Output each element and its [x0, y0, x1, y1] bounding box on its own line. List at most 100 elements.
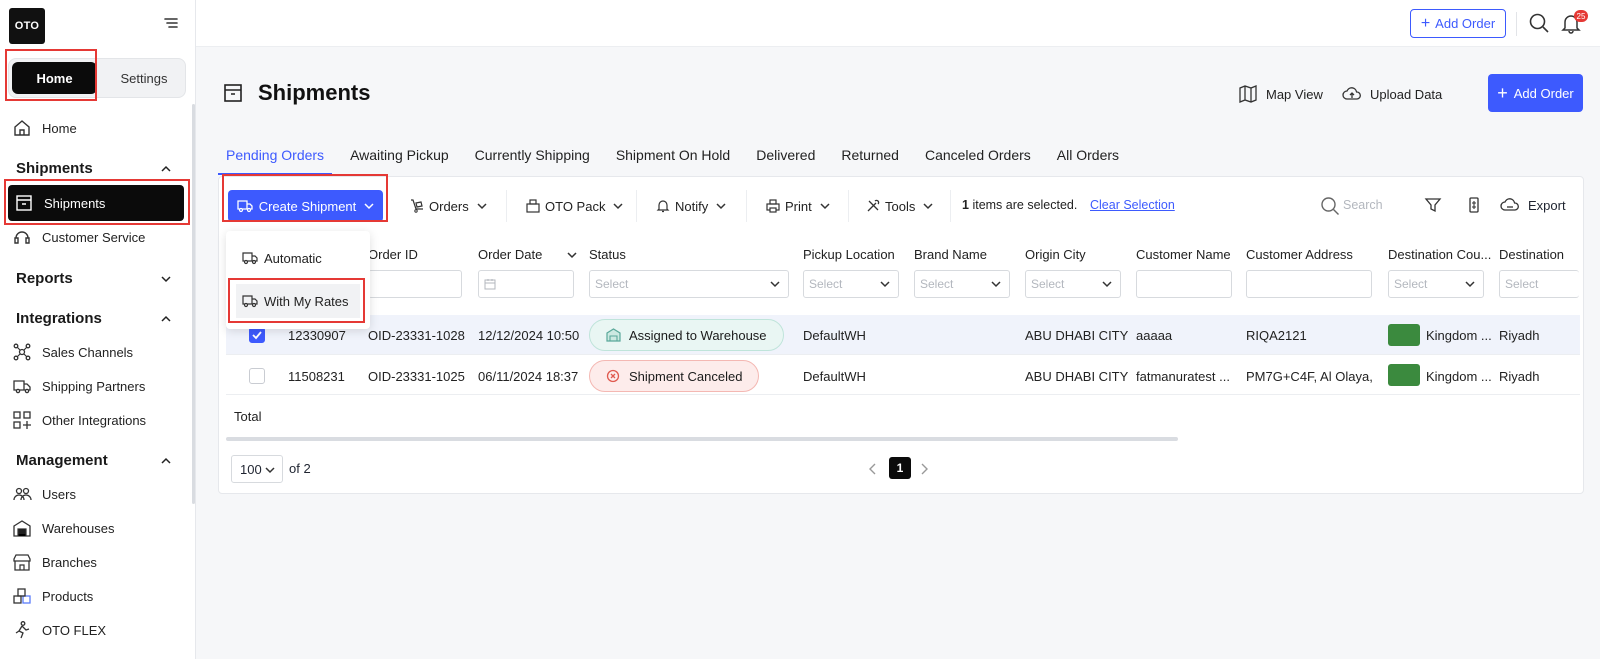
table-search-input[interactable]: Search [1343, 198, 1383, 212]
button-label: Tools [885, 198, 916, 214]
section-label: Management [16, 452, 108, 469]
upload-data-button[interactable]: Upload Data [1342, 82, 1442, 106]
printer-icon [766, 199, 780, 213]
cell-pickup-location: DefaultWH [803, 328, 866, 343]
highlight-box-create-shipment [222, 174, 388, 222]
selected-suffix: items are selected. [972, 198, 1078, 212]
column-header-status[interactable]: Status [589, 247, 626, 262]
sidebar-item-oto-flex[interactable]: OTO FLEX [12, 618, 106, 642]
horizontal-scrollbar[interactable] [226, 437, 1178, 441]
menu-collapse-icon[interactable] [164, 16, 178, 30]
sidebar-section-shipments[interactable]: Shipments [16, 160, 172, 177]
sidebar-item-users[interactable]: Users [12, 482, 76, 506]
saudi-flag-icon [1388, 364, 1420, 386]
tools-menu-button[interactable]: Tools [866, 196, 938, 216]
chevron-right-icon[interactable] [919, 462, 929, 476]
column-header-customer-name[interactable]: Customer Name [1136, 247, 1231, 262]
search-icon[interactable] [1528, 12, 1550, 34]
print-menu-button[interactable]: Print [766, 196, 835, 216]
destination-country-filter[interactable]: Select [1388, 270, 1484, 298]
chevron-down-icon [1465, 281, 1475, 288]
cell-order-id[interactable]: OID-23331-1028 [368, 328, 465, 343]
divider [636, 190, 637, 222]
sidebar-item-label: Customer Service [42, 229, 146, 245]
map-view-button[interactable]: Map View [1238, 82, 1323, 106]
add-order-button[interactable]: + Add Order [1488, 74, 1583, 112]
top-bar: + Add Order 25 [196, 0, 1600, 47]
column-header-destination-city[interactable]: Destination [1499, 247, 1579, 262]
row-checkbox[interactable] [249, 368, 265, 384]
status-badge: Assigned to Warehouse [589, 319, 784, 351]
row-checkbox[interactable] [249, 327, 265, 343]
tab-delivered[interactable]: Delivered [748, 145, 823, 175]
customer-address-filter[interactable] [1246, 270, 1372, 298]
button-label: Export [1528, 197, 1566, 213]
filter-icon[interactable] [1424, 196, 1442, 214]
column-header-destination-country[interactable]: Destination Cou... [1388, 247, 1491, 262]
orders-menu-button[interactable]: Orders [410, 196, 492, 216]
tab-all-orders[interactable]: All Orders [1049, 145, 1127, 175]
current-page-button[interactable]: 1 [889, 457, 911, 479]
column-header-order-date[interactable]: Order Date [478, 247, 542, 262]
notify-menu-button[interactable]: Notify [656, 196, 731, 216]
column-header-customer-address[interactable]: Customer Address [1246, 247, 1353, 262]
origin-city-filter[interactable]: Select [1025, 270, 1121, 298]
search-icon[interactable] [1320, 196, 1340, 216]
sidebar-item-branches[interactable]: Branches [12, 550, 97, 574]
sidebar-item-other-integrations[interactable]: Other Integrations [12, 408, 146, 432]
sidebar-section-reports[interactable]: Reports [16, 270, 172, 287]
status-label: Shipment Canceled [629, 368, 743, 384]
status-label: Assigned to Warehouse [629, 327, 767, 343]
sidebar-section-management[interactable]: Management [16, 452, 172, 469]
notification-badge: 25 [1574, 10, 1588, 22]
top-add-order-button[interactable]: + Add Order [1410, 9, 1506, 38]
chevron-up-icon [161, 165, 171, 172]
column-header-brand-name[interactable]: Brand Name [914, 247, 987, 262]
sort-chevron-icon[interactable] [567, 251, 577, 259]
sidebar-item-warehouses[interactable]: Warehouses [12, 516, 115, 540]
destination-city-filter[interactable]: Select [1499, 270, 1579, 298]
settings-toggle-button[interactable]: Settings [105, 62, 183, 94]
select-placeholder: Select [1031, 277, 1065, 291]
status-filter[interactable]: Select [589, 270, 789, 298]
oto-pack-menu-button[interactable]: OTO Pack [526, 196, 628, 216]
menu-item-automatic[interactable]: Automatic [236, 241, 360, 275]
per-page-select[interactable]: 100 [231, 455, 283, 483]
sidebar-item-label: Branches [42, 554, 97, 570]
sidebar-item-sales-channels[interactable]: Sales Channels [12, 340, 133, 364]
sidebar-item-home[interactable]: Home [12, 116, 77, 140]
column-header-pickup-location[interactable]: Pickup Location [803, 247, 895, 262]
tab-currently-shipping[interactable]: Currently Shipping [467, 145, 598, 175]
cell-customer-name: fatmanuratest ... [1136, 369, 1230, 384]
sidebar-item-products[interactable]: Products [12, 584, 93, 608]
pickup-location-filter[interactable]: Select [803, 270, 899, 298]
sidebar-section-integrations[interactable]: Integrations [16, 310, 172, 327]
column-header-order-id[interactable]: Order ID [368, 247, 418, 262]
order-id-filter[interactable] [368, 270, 462, 298]
order-date-filter[interactable] [478, 270, 574, 298]
brand-name-filter[interactable]: Select [914, 270, 1010, 298]
cell-order-id[interactable]: OID-23331-1025 [368, 369, 465, 384]
sidebar-item-label: Other Integrations [42, 412, 147, 428]
store-icon [13, 554, 31, 571]
sidebar-item-customer-service[interactable]: Customer Service [12, 225, 145, 249]
sidebar-scrollbar[interactable] [192, 104, 195, 504]
tab-pending-orders[interactable]: Pending Orders [218, 145, 333, 175]
tab-shipment-on-hold[interactable]: Shipment On Hold [608, 145, 738, 175]
chevron-left-icon[interactable] [868, 462, 878, 476]
cloud-export-icon [1500, 198, 1519, 211]
tab-returned[interactable]: Returned [833, 145, 907, 175]
package-icon [526, 199, 540, 213]
export-button[interactable]: Export [1500, 194, 1566, 216]
column-settings-icon[interactable] [1466, 196, 1482, 214]
cell-id: 11508231 [288, 369, 345, 384]
column-header-origin-city[interactable]: Origin City [1025, 247, 1086, 262]
users-icon [13, 487, 32, 501]
tab-awaiting-pickup[interactable]: Awaiting Pickup [342, 145, 457, 175]
tools-icon [867, 199, 880, 212]
customer-name-filter[interactable] [1136, 270, 1232, 298]
tab-canceled-orders[interactable]: Canceled Orders [917, 145, 1039, 175]
clear-selection-link[interactable]: Clear Selection [1090, 198, 1175, 212]
sidebar-item-shipping-partners[interactable]: Shipping Partners [12, 374, 145, 398]
oto-logo[interactable]: OTO [9, 8, 45, 44]
